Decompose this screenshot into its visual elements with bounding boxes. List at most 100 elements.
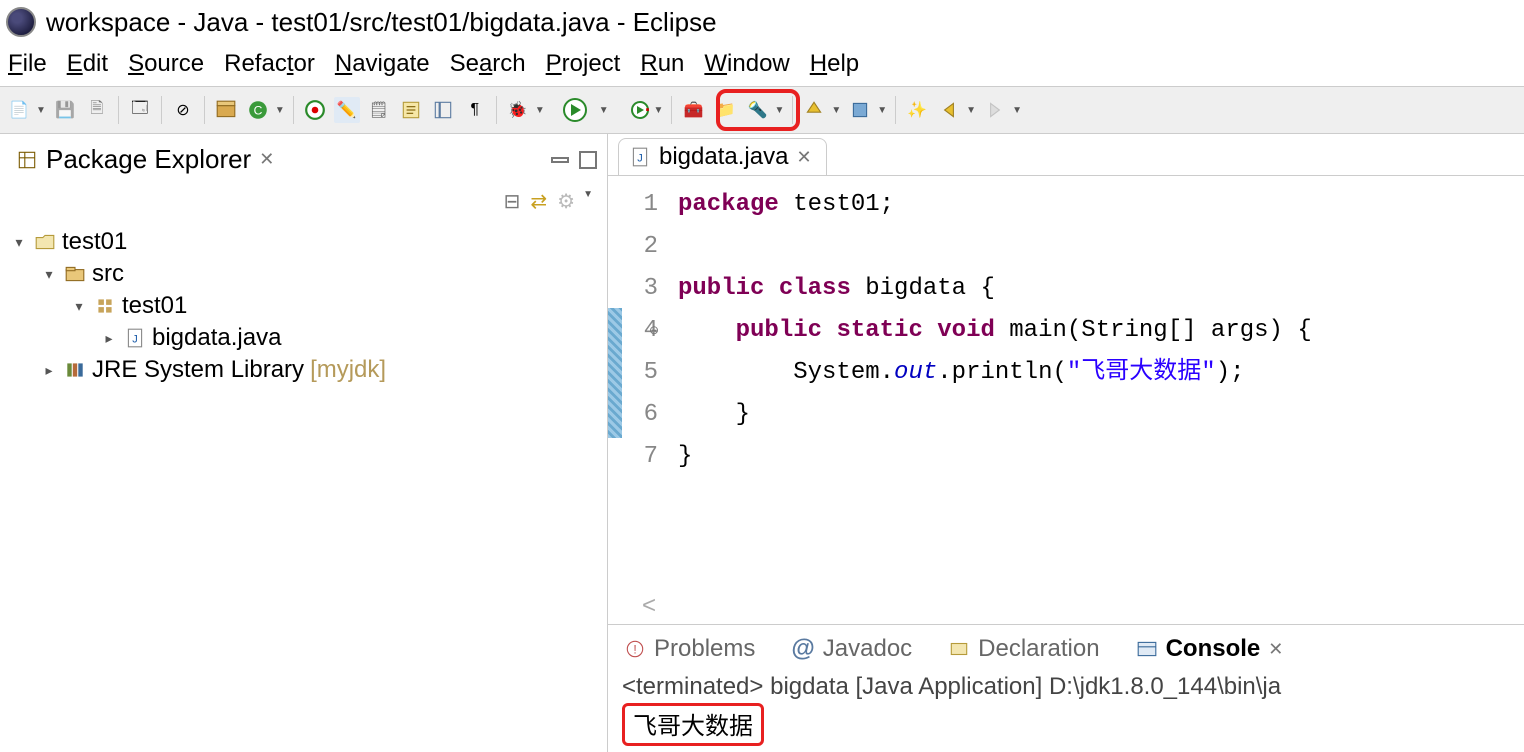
twisty-closed-icon[interactable]: ▸ <box>100 330 118 347</box>
tree-src-label: src <box>92 260 124 288</box>
tree-src[interactable]: ▾ src <box>10 258 597 290</box>
edit-source-button[interactable]: ✏️ <box>334 97 360 123</box>
svg-text:J: J <box>637 152 643 164</box>
package-explorer-header: Package Explorer ✕ <box>0 134 607 185</box>
debug-last-button[interactable] <box>302 97 328 123</box>
view-menu-dropdown[interactable]: ▼ <box>583 189 593 214</box>
format-button[interactable] <box>398 97 424 123</box>
tree-package[interactable]: ▾ test01 <box>10 290 597 322</box>
package-explorer-tab[interactable]: Package Explorer ✕ <box>10 140 286 179</box>
show-whitespace-button[interactable]: ¶ <box>462 97 488 123</box>
tree-jre-suffix: [myjdk] <box>310 356 386 384</box>
eclipse-logo-icon <box>6 7 36 37</box>
toolbar: 📄 ▼ 💾 🗎 🗔 ⊘ C ▼ ✏️ 🗒 ¶ 🐞 ▼ ▼ ▪ ▼ 🧰 📁 🔦 ▼ ▼ ▼… <box>0 86 1524 134</box>
menu-window[interactable]: Window <box>704 50 789 78</box>
toggle-comment-button[interactable]: 🗒 <box>366 97 392 123</box>
window-title: workspace - Java - test01/src/test01/big… <box>46 7 717 38</box>
focus-task-button[interactable]: ⚙ <box>557 189 575 214</box>
tree-jre[interactable]: ▸ JRE System Library [myjdk] <box>10 354 597 386</box>
last-edit-button[interactable]: ✨ <box>904 97 930 123</box>
console-status: <terminated> bigdata [Java Application] … <box>622 673 1510 701</box>
debug-button[interactable]: 🐞 <box>505 97 531 123</box>
new-class-button[interactable]: C <box>245 97 271 123</box>
menu-refactor[interactable]: Refactor <box>224 50 315 78</box>
prev-annotation-dropdown[interactable]: ▼ <box>831 105 841 116</box>
back-dropdown[interactable]: ▼ <box>966 105 976 116</box>
problems-icon: ! <box>624 638 646 660</box>
tab-problems[interactable]: ! Problems <box>618 631 761 667</box>
src-folder-icon <box>64 263 86 285</box>
tab-console[interactable]: Console ✕ <box>1130 631 1290 667</box>
tab-javadoc[interactable]: @ Javadoc <box>785 631 918 667</box>
block-select-button[interactable] <box>430 97 456 123</box>
tab-console-label: Console <box>1166 635 1261 663</box>
svg-text:J: J <box>132 333 138 345</box>
close-icon[interactable]: ✕ <box>1268 639 1283 660</box>
close-icon[interactable]: ✕ <box>259 149 274 170</box>
twisty-open-icon[interactable]: ▾ <box>10 234 28 251</box>
search-button[interactable]: 🔦 <box>744 97 770 123</box>
line-gutter: 1 2 3 4⊖ 5 6 7 <box>608 176 668 592</box>
twisty-open-icon[interactable]: ▾ <box>40 266 58 283</box>
minimize-button[interactable] <box>551 157 569 163</box>
tree-file[interactable]: ▸ J bigdata.java <box>10 322 597 354</box>
hscroll-left-icon[interactable]: < <box>608 592 1524 624</box>
package-explorer-title: Package Explorer <box>46 144 251 175</box>
collapse-all-button[interactable]: ⊟ <box>504 189 521 214</box>
console-body: <terminated> bigdata [Java Application] … <box>608 667 1524 752</box>
new-package-button[interactable] <box>213 97 239 123</box>
new-button[interactable]: 📄 <box>6 97 32 123</box>
forward-button[interactable] <box>982 97 1008 123</box>
tab-declaration-label: Declaration <box>978 635 1099 663</box>
package-icon <box>94 295 116 317</box>
back-button[interactable] <box>936 97 962 123</box>
search-dropdown[interactable]: ▼ <box>774 105 784 116</box>
next-annotation-dropdown[interactable]: ▼ <box>877 105 887 116</box>
editor-area[interactable]: 1 2 3 4⊖ 5 6 7 package test01; public cl… <box>608 176 1524 592</box>
tab-declaration[interactable]: Declaration <box>942 631 1105 667</box>
forward-dropdown[interactable]: ▼ <box>1012 105 1022 116</box>
svg-text:!: ! <box>633 642 636 656</box>
run-dropdown[interactable]: ▼ <box>599 105 609 116</box>
menu-project[interactable]: Project <box>546 50 621 78</box>
tree-jre-label: JRE System Library <box>92 356 304 384</box>
close-icon[interactable]: ✕ <box>796 147 811 168</box>
menu-help[interactable]: Help <box>810 50 859 78</box>
menu-run[interactable]: Run <box>640 50 684 78</box>
twisty-closed-icon[interactable]: ▸ <box>40 362 58 379</box>
save-all-button[interactable]: 🗎 <box>84 97 110 123</box>
menu-file[interactable]: File <box>8 50 47 78</box>
java-file-icon: J <box>124 327 146 349</box>
library-icon <box>64 359 86 381</box>
prev-annotation-button[interactable] <box>801 97 827 123</box>
menubar: File Edit Source Refactor Navigate Searc… <box>0 44 1524 86</box>
next-annotation-button[interactable] <box>847 97 873 123</box>
open-type-button[interactable]: 🗔 <box>127 97 153 123</box>
ext-tools-button[interactable]: 🧰 <box>680 97 706 123</box>
editor-tab-bigdata[interactable]: J bigdata.java ✕ <box>618 138 827 175</box>
menu-source[interactable]: Source <box>128 50 204 78</box>
menu-edit[interactable]: Edit <box>67 50 108 78</box>
tree-project[interactable]: ▾ test01 <box>10 226 597 258</box>
main-area: Package Explorer ✕ ⊟ ⇄ ⚙ ▼ ▾ test01 ▾ <box>0 134 1524 752</box>
link-editor-button[interactable]: ⇄ <box>530 189 547 214</box>
run-last-dropdown[interactable]: ▼ <box>654 105 664 116</box>
menu-navigate[interactable]: Navigate <box>335 50 430 78</box>
maximize-button[interactable] <box>579 151 597 169</box>
save-button[interactable]: 💾 <box>52 97 78 123</box>
run-button[interactable] <box>563 98 587 122</box>
javadoc-icon: @ <box>791 635 814 663</box>
window-titlebar: workspace - Java - test01/src/test01/big… <box>0 0 1524 44</box>
skip-breakpoints-button[interactable]: ⊘ <box>170 97 196 123</box>
fold-collapse-icon[interactable]: ⊖ <box>649 310 659 352</box>
debug-dropdown[interactable]: ▼ <box>535 105 545 116</box>
run-last-button[interactable]: ▪ <box>631 101 650 119</box>
tab-problems-label: Problems <box>654 635 755 663</box>
code-area[interactable]: package test01; public class bigdata { p… <box>668 176 1312 592</box>
twisty-open-icon[interactable]: ▾ <box>70 298 88 315</box>
new-class-dropdown[interactable]: ▼ <box>275 105 285 116</box>
project-folder-icon <box>34 231 56 253</box>
menu-search[interactable]: Search <box>450 50 526 78</box>
new-dropdown[interactable]: ▼ <box>36 105 46 116</box>
open-task-button[interactable]: 📁 <box>712 97 738 123</box>
